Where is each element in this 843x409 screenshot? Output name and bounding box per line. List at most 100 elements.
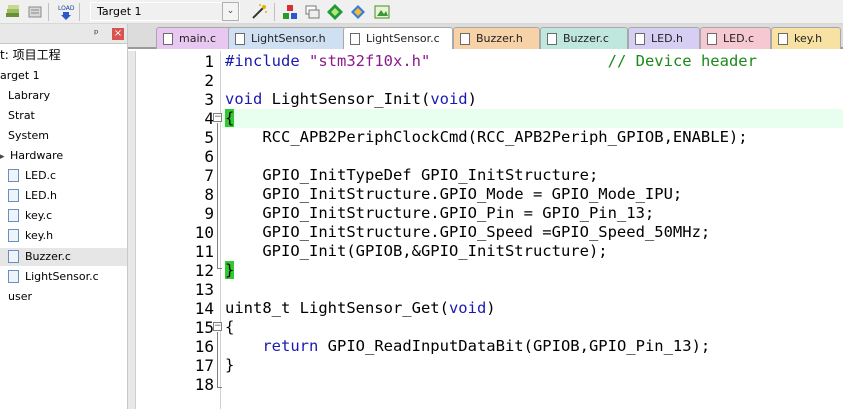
fold-guide-end <box>217 387 222 388</box>
code-line-5: RCC_APB2PeriphClockCmd(RCC_APB2Periph_GP… <box>225 128 748 146</box>
matched-brace: } <box>225 261 235 279</box>
line-number: 10 <box>194 223 214 242</box>
preprocessor-directive: #include <box>225 52 300 70</box>
file-icon <box>8 228 19 242</box>
select-software-packs-icon[interactable] <box>349 3 367 21</box>
tree-item-label: key.h <box>25 229 54 242</box>
tab-label: LED.c <box>723 32 755 45</box>
rebuild-icon[interactable] <box>26 3 44 21</box>
line-number: 9 <box>204 204 214 223</box>
matched-brace: { <box>225 109 235 127</box>
keyword: void <box>430 90 468 108</box>
file-icon <box>350 33 360 45</box>
tree-item-label: LightSensor.c <box>25 270 99 283</box>
code-line-16: return GPIO_ReadInputDataBit(GPIOB,GPIO_… <box>225 337 710 356</box>
fold-collapse-icon[interactable]: − <box>213 113 222 122</box>
tab-label: LED.h <box>651 32 684 45</box>
tree-group-labrary[interactable]: Labrary <box>8 87 50 105</box>
tab-label: main.c <box>179 32 217 45</box>
tab-label: Buzzer.h <box>476 32 523 45</box>
line-number: 1 <box>204 52 214 71</box>
tree-group-hardware[interactable]: ▸ Hardware <box>0 147 63 165</box>
tab-key-h[interactable]: key.h <box>771 27 841 49</box>
code-line-9: GPIO_InitStructure.GPIO_Pin = GPIO_Pin_1… <box>225 204 655 222</box>
tab-label: key.h <box>794 32 823 45</box>
target-select[interactable]: Target 1 <box>90 2 240 21</box>
download-load-icon[interactable]: LOAD <box>57 3 75 21</box>
tree-target[interactable]: arget 1 <box>0 67 40 85</box>
code-text: LightSensor_Init( <box>262 90 431 108</box>
line-number: 14 <box>194 299 214 318</box>
code-editor[interactable]: 1 2 3 4 5 6 7 8 9 10 11 12 13 14 15 16 1… <box>128 51 843 409</box>
line-number: 11 <box>194 242 214 261</box>
code-line-12: } <box>225 261 235 280</box>
tree-project-root[interactable]: t: 项目工程 <box>0 46 61 64</box>
fold-guide-end <box>217 268 222 269</box>
tab-buzzer-h[interactable]: Buzzer.h <box>453 27 540 49</box>
line-number: 18 <box>194 375 214 394</box>
close-icon[interactable]: × <box>112 28 124 40</box>
tree-file-key-h[interactable]: key.h <box>8 227 53 245</box>
code-line-3: void LightSensor_Init(void) <box>225 90 477 109</box>
file-extensions-icon[interactable] <box>303 3 321 21</box>
tree-group-user[interactable]: user <box>8 288 32 306</box>
chevron-down-icon: ⌄ <box>226 6 235 16</box>
target-dropdown-button[interactable]: ⌄ <box>222 2 239 21</box>
code-text: uint8_t LightSensor_Get( <box>225 299 449 317</box>
file-icon <box>707 33 717 45</box>
tab-buzzer-c[interactable]: Buzzer.c <box>540 27 628 49</box>
line-number: 3 <box>204 90 214 109</box>
code-line-4: { <box>225 109 235 128</box>
code-line-1: #include "stm32f10x.h" // Device header <box>225 52 757 71</box>
line-number: 7 <box>204 166 214 185</box>
options-wand-icon[interactable] <box>250 3 268 21</box>
tree-group-system[interactable]: System <box>8 127 49 145</box>
tab-led-h[interactable]: LED.h <box>628 27 700 49</box>
tree-file-led-c[interactable]: LED.c <box>8 167 56 185</box>
code-line-7: GPIO_InitTypeDef GPIO_InitStructure; <box>225 166 599 184</box>
keyword: void <box>448 299 487 317</box>
tree-item-label: Buzzer.c <box>25 250 71 263</box>
file-icon <box>778 33 788 45</box>
tree-item-label: System <box>8 129 50 142</box>
file-icon <box>8 188 19 202</box>
expand-icon[interactable]: ▸ <box>0 152 5 162</box>
toolbar-separator <box>79 2 80 21</box>
fold-guide <box>217 123 218 268</box>
line-number: 15 <box>194 318 214 337</box>
tab-lightsensor-h[interactable]: LightSensor.h <box>228 27 346 49</box>
code-text: GPIO_ReadInputDataBit(GPIOB,GPIO_Pin_13)… <box>318 337 711 355</box>
pin-icon[interactable]: ᵖ <box>94 27 99 40</box>
file-icon <box>235 33 245 45</box>
manage-components-icon[interactable] <box>281 3 299 21</box>
tree-file-buzzer-c[interactable]: Buzzer.c <box>8 248 71 266</box>
tree-group-strat[interactable]: Strat <box>8 107 35 125</box>
code-line-8: GPIO_InitStructure.GPIO_Mode = GPIO_Mode… <box>225 185 683 203</box>
tree-file-led-h[interactable]: LED.h <box>8 187 57 205</box>
code-text-area[interactable]: #include "stm32f10x.h" // Device header … <box>222 51 843 409</box>
include-string: "stm32f10x.h" <box>309 52 431 70</box>
file-icon <box>163 33 173 45</box>
tab-led-c[interactable]: LED.c <box>700 27 771 49</box>
toolbar-separator <box>274 3 275 21</box>
tree-item-label: Hardware <box>10 149 64 162</box>
line-number: 13 <box>194 280 214 299</box>
line-number-gutter: 1 2 3 4 5 6 7 8 9 10 11 12 13 14 15 16 1… <box>137 51 221 409</box>
tree-file-lightsensor-c[interactable]: LightSensor.c <box>8 268 99 286</box>
line-number: 8 <box>204 185 214 204</box>
tree-item-label: user <box>8 290 32 303</box>
file-icon <box>8 208 19 222</box>
pack-update-icon[interactable] <box>373 3 391 21</box>
code-line-17: } <box>225 356 235 374</box>
batch-build-icon[interactable] <box>4 3 22 21</box>
code-line-15: { <box>225 318 235 336</box>
line-number: 16 <box>194 337 214 356</box>
pack-installer-icon[interactable] <box>326 3 344 21</box>
line-number: 2 <box>204 71 214 90</box>
toolbar-separator <box>48 2 49 21</box>
fold-collapse-icon[interactable]: − <box>213 322 222 331</box>
file-icon <box>635 33 645 45</box>
tree-file-key-c[interactable]: key.c <box>8 207 52 225</box>
tab-lightsensor-c[interactable]: LightSensor.c <box>343 27 453 49</box>
tree-project-root-label: t: 项目工程 <box>0 48 61 62</box>
